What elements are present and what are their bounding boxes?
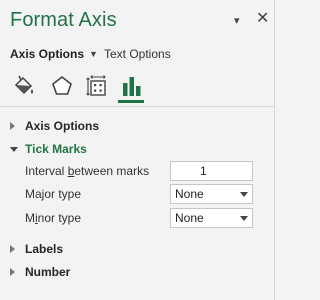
- text-options-link[interactable]: Text Options: [104, 46, 171, 62]
- section-number-label: Number: [25, 265, 71, 279]
- interval-between-marks-label: Interval between marks: [25, 163, 149, 179]
- major-type-value: None: [175, 187, 204, 201]
- expand-arrow-icon: [10, 245, 15, 253]
- section-tick-marks-label: Tick Marks: [25, 142, 87, 156]
- divider: [0, 106, 274, 107]
- bar-chart-icon: [123, 77, 141, 96]
- size-properties-icon: [86, 75, 106, 96]
- label-part: Ma: [25, 187, 42, 201]
- pentagon-effects-icon: [52, 75, 72, 95]
- format-axis-pane: Format Axis ▾ ✕ Axis Options ▼ Text Optio…: [0, 0, 275, 300]
- close-icon[interactable]: ✕: [256, 11, 269, 27]
- major-type-select[interactable]: None: [170, 184, 253, 204]
- minor-type-value: None: [175, 211, 204, 225]
- axis-options-dropdown[interactable]: Axis Options ▼: [10, 46, 98, 63]
- axis-options-tab[interactable]: [118, 72, 144, 103]
- label-part: or type: [44, 187, 82, 201]
- options-switcher: Axis Options ▼ Text Options: [10, 46, 260, 64]
- minor-type-select[interactable]: None: [170, 208, 253, 228]
- label-part: nor type: [37, 211, 82, 225]
- interval-between-marks-input[interactable]: 1: [170, 161, 253, 181]
- major-type-label: Major type: [25, 186, 81, 202]
- size-properties-tab[interactable]: [83, 72, 109, 102]
- chevron-down-icon: ▼: [89, 49, 98, 59]
- minor-type-label: Minor type: [25, 210, 81, 226]
- section-axis-options-label: Axis Options: [25, 119, 100, 133]
- fill-line-tab[interactable]: [10, 72, 36, 102]
- pane-title-bar: Format Axis ▾ ✕: [10, 9, 269, 35]
- axis-options-label: Axis Options: [10, 47, 85, 61]
- expand-arrow-icon: [10, 268, 15, 276]
- effects-tab[interactable]: [48, 72, 74, 102]
- section-labels-label: Labels: [25, 242, 64, 256]
- pane-title: Format Axis: [10, 9, 117, 31]
- expand-arrow-icon: [10, 122, 15, 130]
- label-part: M: [25, 211, 35, 225]
- label-part: etween marks: [74, 164, 150, 178]
- collapse-arrow-icon: [10, 147, 18, 152]
- label-part: Interval: [25, 164, 68, 178]
- dropdown-arrow-icon: [240, 192, 248, 197]
- dropdown-arrow-icon: [240, 216, 248, 221]
- category-icon-tabs: [10, 72, 260, 103]
- task-pane-options-icon[interactable]: ▾: [234, 16, 240, 27]
- paint-bucket-icon: [14, 75, 33, 95]
